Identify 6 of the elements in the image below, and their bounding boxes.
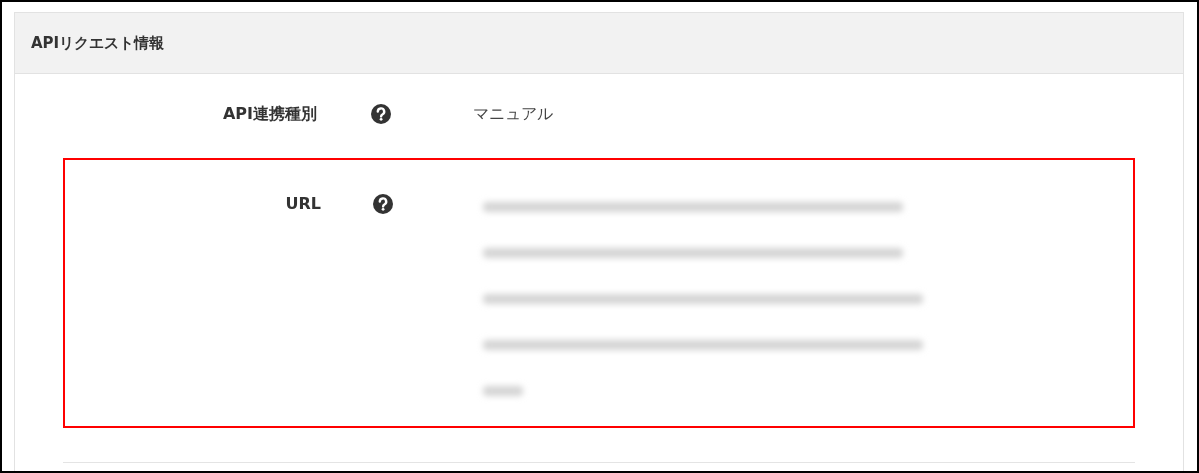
panel-title: APIリクエスト情報 (31, 33, 165, 53)
field-label: URL (285, 194, 321, 215)
help-icon[interactable] (371, 104, 391, 124)
field-value: マニュアル (473, 104, 554, 125)
help-icon[interactable] (373, 194, 393, 214)
field-label: API連携種別 (222, 104, 317, 125)
